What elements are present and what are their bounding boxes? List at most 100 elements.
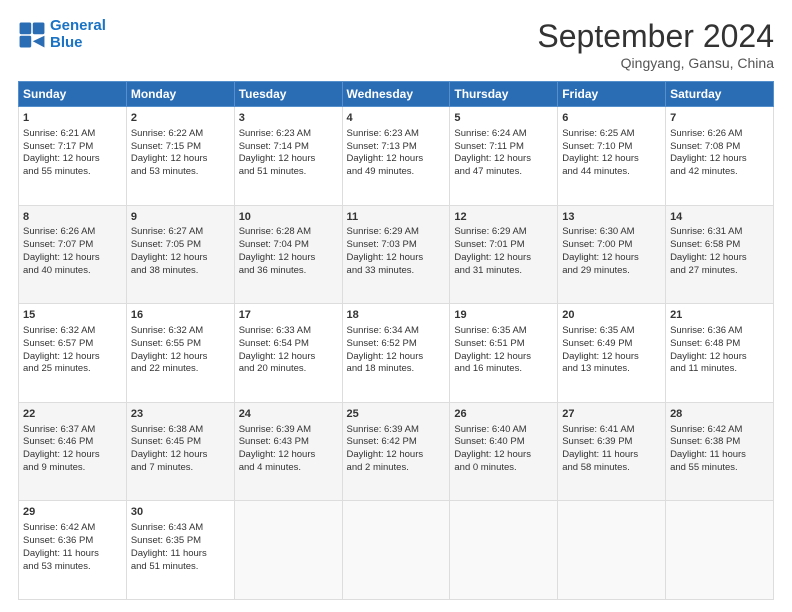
day-detail: and 44 minutes. bbox=[562, 166, 661, 179]
calendar-cell bbox=[342, 501, 450, 600]
day-detail: Sunset: 7:00 PM bbox=[562, 239, 661, 252]
col-header-friday: Friday bbox=[558, 82, 666, 107]
day-detail: Daylight: 12 hours bbox=[23, 351, 122, 364]
logo: General Blue bbox=[18, 18, 106, 51]
calendar-cell: 12Sunrise: 6:29 AMSunset: 7:01 PMDayligh… bbox=[450, 205, 558, 304]
calendar-cell bbox=[558, 501, 666, 600]
col-header-sunday: Sunday bbox=[19, 82, 127, 107]
day-number: 28 bbox=[670, 407, 769, 422]
calendar-table: SundayMondayTuesdayWednesdayThursdayFrid… bbox=[18, 81, 774, 600]
day-detail: Daylight: 12 hours bbox=[454, 449, 553, 462]
calendar-cell: 25Sunrise: 6:39 AMSunset: 6:42 PMDayligh… bbox=[342, 402, 450, 501]
calendar-cell: 26Sunrise: 6:40 AMSunset: 6:40 PMDayligh… bbox=[450, 402, 558, 501]
day-detail: Daylight: 12 hours bbox=[131, 252, 230, 265]
day-number: 30 bbox=[131, 505, 230, 520]
calendar-cell: 16Sunrise: 6:32 AMSunset: 6:55 PMDayligh… bbox=[126, 304, 234, 403]
day-number: 17 bbox=[239, 308, 338, 323]
day-detail: Sunset: 7:13 PM bbox=[347, 141, 446, 154]
calendar-cell: 15Sunrise: 6:32 AMSunset: 6:57 PMDayligh… bbox=[19, 304, 127, 403]
day-number: 25 bbox=[347, 407, 446, 422]
day-detail: Daylight: 12 hours bbox=[347, 449, 446, 462]
day-number: 10 bbox=[239, 210, 338, 225]
calendar-cell: 17Sunrise: 6:33 AMSunset: 6:54 PMDayligh… bbox=[234, 304, 342, 403]
day-detail: Sunrise: 6:24 AM bbox=[454, 128, 553, 141]
day-number: 24 bbox=[239, 407, 338, 422]
day-detail: Sunset: 6:38 PM bbox=[670, 436, 769, 449]
day-detail: Sunset: 7:08 PM bbox=[670, 141, 769, 154]
day-detail: Sunset: 7:05 PM bbox=[131, 239, 230, 252]
calendar-cell: 1Sunrise: 6:21 AMSunset: 7:17 PMDaylight… bbox=[19, 107, 127, 206]
day-detail: Sunset: 6:46 PM bbox=[23, 436, 122, 449]
calendar-cell: 29Sunrise: 6:42 AMSunset: 6:36 PMDayligh… bbox=[19, 501, 127, 600]
day-detail: Sunrise: 6:27 AM bbox=[131, 226, 230, 239]
day-detail: and 16 minutes. bbox=[454, 363, 553, 376]
week-row-1: 1Sunrise: 6:21 AMSunset: 7:17 PMDaylight… bbox=[19, 107, 774, 206]
day-number: 21 bbox=[670, 308, 769, 323]
day-detail: and 51 minutes. bbox=[239, 166, 338, 179]
day-detail: and 29 minutes. bbox=[562, 265, 661, 278]
day-number: 1 bbox=[23, 111, 122, 126]
calendar-cell bbox=[234, 501, 342, 600]
day-detail: Sunset: 6:58 PM bbox=[670, 239, 769, 252]
day-detail: Sunset: 6:54 PM bbox=[239, 338, 338, 351]
day-detail: Sunrise: 6:39 AM bbox=[239, 424, 338, 437]
day-detail: and 20 minutes. bbox=[239, 363, 338, 376]
day-detail: Sunset: 7:10 PM bbox=[562, 141, 661, 154]
day-detail: Sunrise: 6:21 AM bbox=[23, 128, 122, 141]
day-detail: Sunrise: 6:38 AM bbox=[131, 424, 230, 437]
calendar-cell: 8Sunrise: 6:26 AMSunset: 7:07 PMDaylight… bbox=[19, 205, 127, 304]
day-detail: Sunset: 7:14 PM bbox=[239, 141, 338, 154]
calendar-cell: 7 Sunrise: 6:26 AMSunset: 7:08 PMDaylight… bbox=[666, 107, 774, 206]
logo-blue: Blue bbox=[50, 34, 83, 51]
day-number: 27 bbox=[562, 407, 661, 422]
day-detail: Sunrise: 6:26 AM bbox=[23, 226, 122, 239]
calendar-cell: 27Sunrise: 6:41 AMSunset: 6:39 PMDayligh… bbox=[558, 402, 666, 501]
day-number: 6 bbox=[562, 111, 661, 126]
day-detail: and 18 minutes. bbox=[347, 363, 446, 376]
day-number: 15 bbox=[23, 308, 122, 323]
day-detail: and 40 minutes. bbox=[23, 265, 122, 278]
calendar-cell: 6Sunrise: 6:25 AMSunset: 7:10 PMDaylight… bbox=[558, 107, 666, 206]
calendar-cell: 21Sunrise: 6:36 AMSunset: 6:48 PMDayligh… bbox=[666, 304, 774, 403]
day-detail: Sunrise: 6:36 AM bbox=[670, 325, 769, 338]
page: General Blue September 2024 Qingyang, Ga… bbox=[0, 0, 792, 612]
day-detail: Sunset: 6:49 PM bbox=[562, 338, 661, 351]
day-detail: and 4 minutes. bbox=[239, 462, 338, 475]
calendar-cell: 28Sunrise: 6:42 AMSunset: 6:38 PMDayligh… bbox=[666, 402, 774, 501]
calendar-cell: 10Sunrise: 6:28 AMSunset: 7:04 PMDayligh… bbox=[234, 205, 342, 304]
day-number: 8 bbox=[23, 210, 122, 225]
day-detail: Daylight: 12 hours bbox=[239, 449, 338, 462]
day-detail: Sunset: 6:39 PM bbox=[562, 436, 661, 449]
header: General Blue September 2024 Qingyang, Ga… bbox=[18, 18, 774, 71]
day-detail: and 33 minutes. bbox=[347, 265, 446, 278]
day-detail: Daylight: 12 hours bbox=[454, 252, 553, 265]
day-detail: Daylight: 12 hours bbox=[670, 153, 769, 166]
day-detail: and 51 minutes. bbox=[131, 561, 230, 574]
calendar-cell: 11Sunrise: 6:29 AMSunset: 7:03 PMDayligh… bbox=[342, 205, 450, 304]
logo-icon bbox=[18, 21, 46, 49]
day-number: 3 bbox=[239, 111, 338, 126]
day-number: 9 bbox=[131, 210, 230, 225]
day-detail: Sunrise: 6:35 AM bbox=[454, 325, 553, 338]
day-number: 7 bbox=[670, 111, 769, 126]
day-detail: and 25 minutes. bbox=[23, 363, 122, 376]
day-detail: Sunset: 6:48 PM bbox=[670, 338, 769, 351]
day-detail: Daylight: 12 hours bbox=[670, 252, 769, 265]
col-header-thursday: Thursday bbox=[450, 82, 558, 107]
day-detail: Sunrise: 6:26 AM bbox=[670, 128, 769, 141]
day-detail: Sunrise: 6:42 AM bbox=[670, 424, 769, 437]
col-header-wednesday: Wednesday bbox=[342, 82, 450, 107]
day-detail: Sunset: 6:43 PM bbox=[239, 436, 338, 449]
day-detail: Daylight: 12 hours bbox=[23, 153, 122, 166]
day-detail: Daylight: 12 hours bbox=[347, 351, 446, 364]
day-number: 11 bbox=[347, 210, 446, 225]
week-row-4: 22Sunrise: 6:37 AMSunset: 6:46 PMDayligh… bbox=[19, 402, 774, 501]
day-detail: Sunset: 7:11 PM bbox=[454, 141, 553, 154]
day-detail: and 49 minutes. bbox=[347, 166, 446, 179]
day-detail: Daylight: 12 hours bbox=[239, 351, 338, 364]
day-detail: Sunrise: 6:25 AM bbox=[562, 128, 661, 141]
day-number: 12 bbox=[454, 210, 553, 225]
location: Qingyang, Gansu, China bbox=[537, 55, 774, 71]
day-detail: Sunset: 6:42 PM bbox=[347, 436, 446, 449]
day-number: 14 bbox=[670, 210, 769, 225]
